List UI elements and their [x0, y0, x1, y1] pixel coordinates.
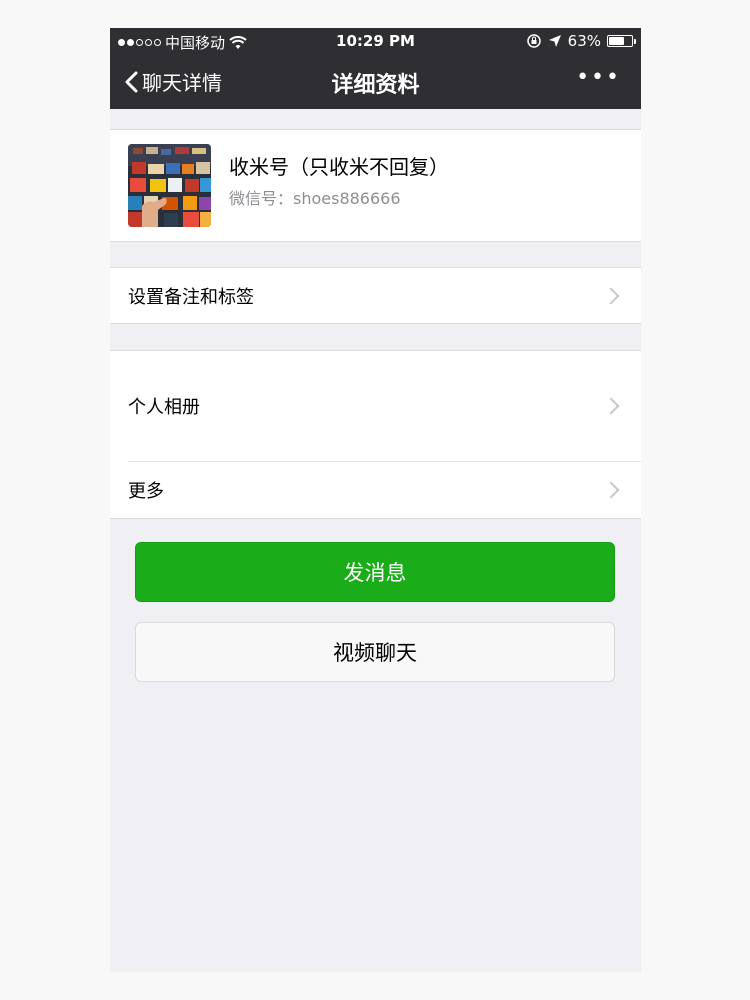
- avatar-photo-image: [128, 144, 211, 227]
- set-remark-tags-label: 设置备注和标签: [128, 286, 254, 308]
- video-call-button[interactable]: 视频聊天: [135, 622, 615, 682]
- wechat-id: 微信号：shoes886666: [229, 189, 401, 208]
- more-label: 更多: [128, 481, 164, 502]
- battery-icon: [607, 35, 636, 47]
- profile-card[interactable]: 收米号（只收米不回复） 微信号：shoes886666: [110, 129, 641, 242]
- top-bar: 中国移动 10:29 PM 63% 聊天详情 详细资料 •••: [110, 28, 641, 109]
- chevron-right-icon: [602, 287, 620, 304]
- phone-screen: 中国移动 10:29 PM 63% 聊天详情 详细资料 ••• 收米号（只收米不…: [110, 28, 641, 972]
- rotation-lock-icon: [526, 34, 541, 48]
- profile-name: 收米号（只收米不回复）: [229, 155, 449, 179]
- info-group: 个人相册 更多: [110, 350, 641, 519]
- chevron-right-icon: [602, 397, 620, 415]
- battery-percent: 63%: [567, 32, 601, 50]
- location-arrow-icon: [548, 35, 561, 47]
- send-message-button[interactable]: 发消息: [135, 542, 615, 602]
- album-label: 个人相册: [128, 397, 200, 418]
- more-row[interactable]: 更多: [110, 462, 641, 518]
- remark-group: 设置备注和标签: [110, 267, 641, 324]
- chevron-right-icon: [602, 481, 620, 499]
- album-row[interactable]: 个人相册: [110, 351, 641, 461]
- more-options-button[interactable]: •••: [576, 65, 621, 90]
- navigation-bar: 聊天详情 详细资料 •••: [110, 54, 641, 109]
- status-right: 63%: [526, 32, 636, 50]
- set-remark-tags-row[interactable]: 设置备注和标签: [110, 268, 641, 323]
- avatar[interactable]: [128, 144, 211, 227]
- page-title: 详细资料: [331, 73, 420, 98]
- status-bar: 中国移动 10:29 PM 63%: [110, 28, 641, 54]
